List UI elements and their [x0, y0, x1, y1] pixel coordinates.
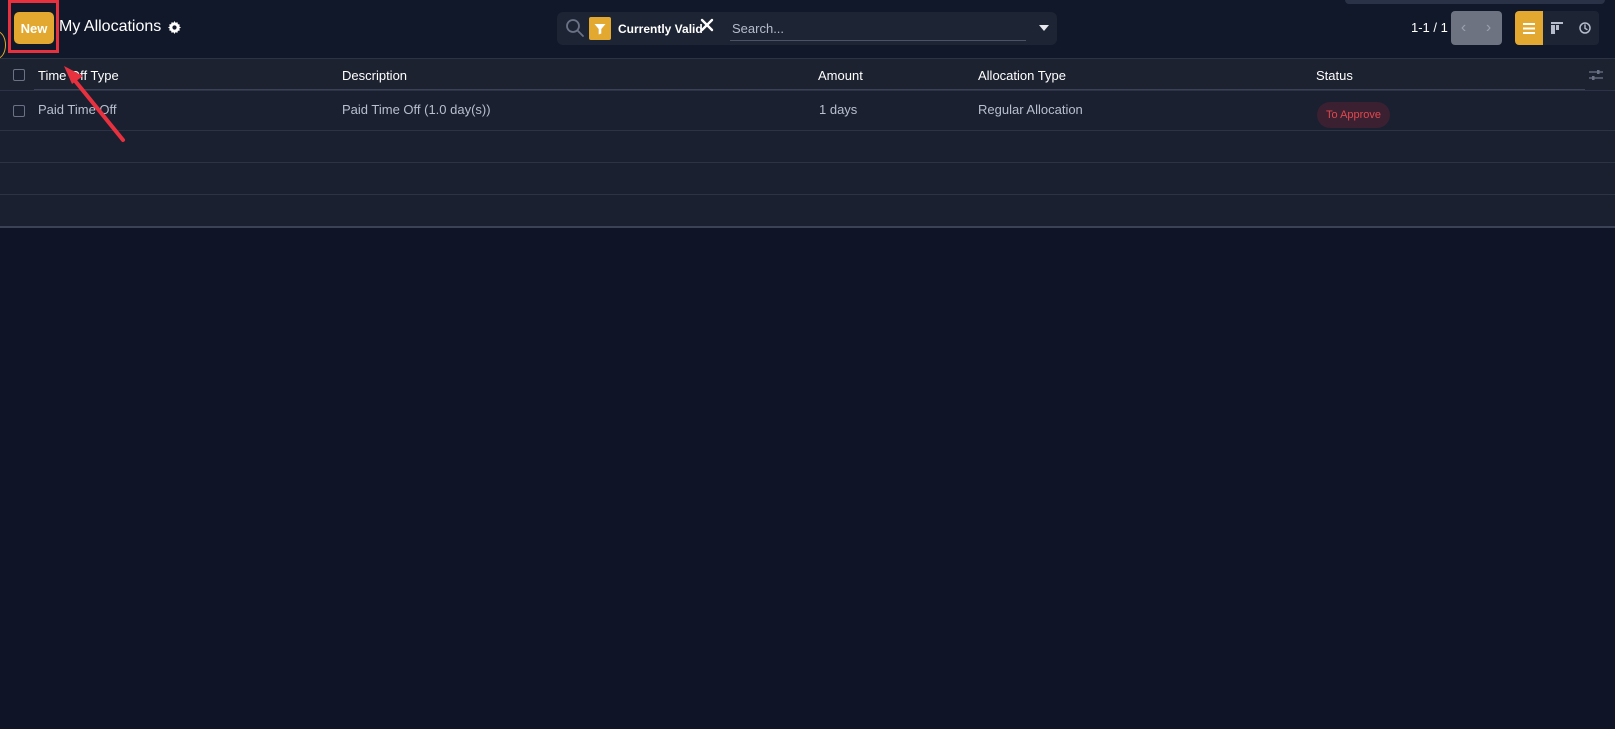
search-facet: Currently Valid [589, 17, 703, 40]
new-button[interactable]: New [14, 12, 54, 44]
table-row[interactable]: Paid Time Off Paid Time Off (1.0 day(s))… [0, 90, 1615, 130]
column-header-allocation-type[interactable]: Allocation Type [978, 68, 1066, 83]
kanban-view-icon[interactable] [1543, 11, 1571, 45]
select-all-checkbox[interactable] [13, 69, 25, 81]
page: New My Allocations Currently Valid Searc… [0, 0, 1615, 729]
cell-description: Paid Time Off (1.0 day(s)) [342, 102, 491, 117]
page-title: My Allocations [59, 18, 162, 35]
status-badge: To Approve [1317, 102, 1391, 128]
optional-columns-icon[interactable] [1589, 69, 1603, 81]
gear-icon[interactable] [168, 20, 182, 34]
pager-value[interactable]: 1-1 / 1 [1411, 20, 1448, 35]
view-switcher [1515, 11, 1599, 45]
table-header: Time Off Type Description Amount Allocat… [0, 58, 1615, 91]
cell-allocation-type: Regular Allocation [978, 102, 1083, 117]
close-icon[interactable] [700, 18, 714, 32]
table-bottom-border [0, 226, 1615, 228]
caret-down-icon[interactable] [1039, 24, 1049, 32]
column-header-amount[interactable]: Amount [818, 68, 863, 83]
list-view-icon[interactable] [1515, 11, 1543, 45]
column-header-description[interactable]: Description [342, 68, 407, 83]
filter-icon [589, 17, 611, 40]
breadcrumb: My Allocations [59, 18, 182, 36]
search-icon[interactable] [565, 18, 585, 38]
empty-row [0, 194, 1615, 226]
pager-nav: ‹ › [1451, 11, 1502, 45]
control-panel: New My Allocations Currently Valid Searc… [0, 0, 1615, 59]
cell-amount: 1 days [819, 102, 858, 117]
search-panel: Currently Valid [557, 12, 1057, 45]
facet-label: Currently Valid [618, 21, 703, 36]
chevron-left-icon[interactable]: ‹ [1451, 11, 1476, 45]
empty-row [0, 130, 1615, 162]
activity-view-icon[interactable] [1571, 11, 1599, 45]
column-header-time-off-type[interactable]: Time Off Type [38, 68, 119, 83]
list-table: Time Off Type Description Amount Allocat… [0, 58, 1615, 228]
column-header-status[interactable]: Status [1316, 68, 1353, 83]
chevron-right-icon[interactable]: › [1476, 11, 1501, 45]
search-input[interactable] [730, 17, 1026, 41]
cell-time-off-type: Paid Time Off [38, 102, 117, 117]
empty-row [0, 162, 1615, 194]
left-edge-indicator [0, 31, 6, 59]
row-checkbox[interactable] [13, 105, 25, 117]
top-edge-tab [1345, 0, 1605, 4]
